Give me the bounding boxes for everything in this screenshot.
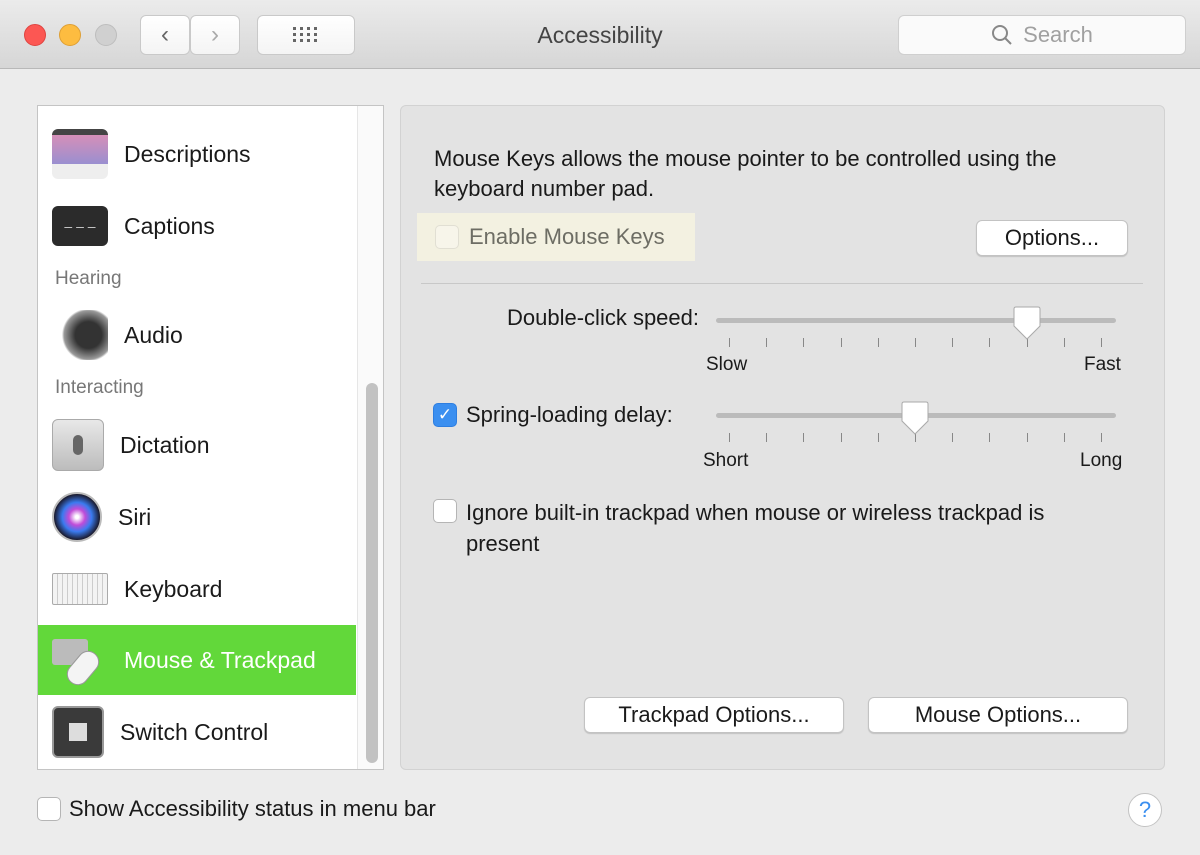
sidebar-item-label: Siri <box>118 503 152 530</box>
search-field[interactable]: Search <box>898 15 1186 55</box>
spring-loading-checkbox[interactable]: ✓ Spring-loading delay: <box>433 402 673 428</box>
slider-tick <box>952 338 954 347</box>
help-button[interactable]: ? <box>1128 793 1162 827</box>
sidebar-scrollbar[interactable] <box>357 106 383 769</box>
slider-tick <box>877 338 879 347</box>
checkbox-box[interactable] <box>433 499 457 523</box>
sidebar-item-captions[interactable]: – – – Captions <box>38 191 356 261</box>
divider <box>421 283 1143 284</box>
checkbox-label: Enable Mouse Keys <box>469 224 665 249</box>
slider-max-label: Long <box>1080 450 1123 471</box>
double-click-speed-label: Double-click speed: <box>507 305 699 330</box>
speaker-icon <box>52 310 108 360</box>
checkbox-label: Ignore built-in trackpad when mouse or w… <box>466 500 1045 556</box>
microphone-icon <box>52 419 104 471</box>
show-status-checkbox[interactable]: Show Accessibility status in menu bar <box>37 796 436 822</box>
mouse-options-button[interactable]: Mouse Options... <box>868 697 1128 733</box>
sidebar-list: Descriptions – – – Captions Hearing Audi… <box>37 105 384 770</box>
checkbox-label: Show Accessibility status in menu bar <box>69 796 436 821</box>
slider-tick <box>1101 433 1102 442</box>
slider-tick <box>729 433 730 442</box>
sidebar-item-label: Dictation <box>120 431 210 458</box>
slider-tick <box>989 338 991 347</box>
ignore-trackpad-checkbox[interactable]: Ignore built-in trackpad when mouse or w… <box>433 497 1113 559</box>
search-placeholder: Search <box>1023 22 1093 47</box>
slider-tick <box>803 433 805 442</box>
checkbox-box[interactable] <box>435 225 459 249</box>
slider-tick <box>952 433 954 442</box>
slider-tick <box>840 433 842 442</box>
sidebar-item-label: Descriptions <box>124 140 251 167</box>
siri-icon <box>52 492 102 542</box>
mouse-keys-panel: Mouse Keys allows the mouse pointer to b… <box>400 105 1165 770</box>
switch-control-icon <box>52 706 104 758</box>
options-button[interactable]: Options... <box>976 220 1128 256</box>
sidebar-item-siri[interactable]: Siri <box>38 482 356 552</box>
sidebar-item-descriptions[interactable]: Descriptions <box>38 119 356 189</box>
sidebar-item-switch-control[interactable]: Switch Control <box>38 697 356 767</box>
trackpad-options-button[interactable]: Trackpad Options... <box>584 697 844 733</box>
checkbox-box[interactable] <box>37 797 61 821</box>
double-click-speed-slider[interactable] <box>716 306 1116 358</box>
sidebar-item-mouse-trackpad[interactable]: Mouse & Trackpad <box>38 625 356 695</box>
title-bar: ‹ › Accessibility Search <box>0 0 1200 69</box>
slider-tick <box>989 433 991 442</box>
slider-tick <box>1063 433 1065 442</box>
slider-tick <box>877 433 879 442</box>
checkbox-label: Spring-loading delay: <box>466 402 673 427</box>
mouse-keys-description: Mouse Keys allows the mouse pointer to b… <box>434 146 1057 201</box>
sidebar-item-label: Captions <box>124 212 215 239</box>
sidebar-item-label: Mouse & Trackpad <box>124 646 316 673</box>
spring-loading-delay-slider[interactable] <box>716 401 1116 453</box>
scrollbar-thumb[interactable] <box>366 383 378 763</box>
enable-mouse-keys-checkbox[interactable]: Enable Mouse Keys <box>417 213 695 261</box>
slider-min-label: Slow <box>706 354 748 375</box>
checkmark-icon[interactable]: ✓ <box>433 403 457 427</box>
captions-icon: – – – <box>52 206 108 246</box>
section-header-interacting: Interacting <box>55 377 144 398</box>
section-header-hearing: Hearing <box>55 268 122 289</box>
search-icon <box>992 25 1012 45</box>
slider-tick <box>840 338 842 347</box>
keyboard-icon <box>52 573 108 605</box>
descriptions-icon <box>52 129 108 179</box>
mouse-trackpad-icon <box>52 635 108 690</box>
slider-tick <box>766 433 768 442</box>
slider-max-label: Fast <box>1084 354 1121 375</box>
slider-knob[interactable] <box>1013 306 1041 340</box>
slider-tick <box>729 338 730 347</box>
slider-tick <box>915 338 916 347</box>
sidebar-item-dictation[interactable]: Dictation <box>38 410 356 480</box>
sidebar-item-audio[interactable]: Audio <box>38 300 356 370</box>
slider-tick <box>766 338 768 347</box>
sidebar-item-label: Keyboard <box>124 575 223 602</box>
sidebar-item-label: Switch Control <box>120 718 269 745</box>
slider-tick <box>1101 338 1102 347</box>
slider-tick <box>1063 338 1065 347</box>
slider-knob[interactable] <box>901 401 929 435</box>
slider-tick <box>1026 433 1028 442</box>
sidebar-item-keyboard[interactable]: Keyboard <box>38 554 356 624</box>
slider-min-label: Short <box>703 450 749 471</box>
slider-track[interactable] <box>716 318 1116 323</box>
slider-tick <box>803 338 805 347</box>
sidebar-item-label: Audio <box>124 321 183 348</box>
